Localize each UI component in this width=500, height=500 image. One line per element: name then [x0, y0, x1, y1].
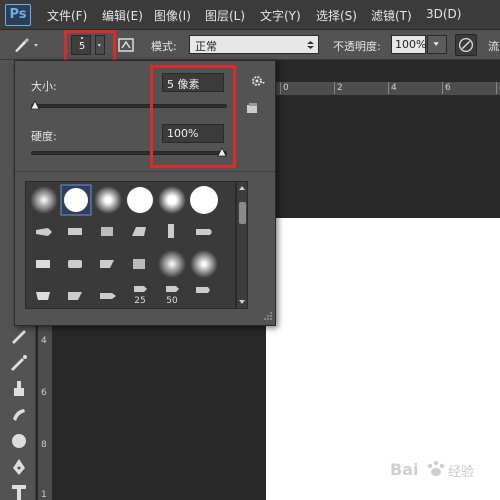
size-slider-thumb[interactable]: [30, 100, 40, 110]
preset-tip[interactable]: [28, 280, 60, 309]
ruler-left: 4 6 8 1: [38, 326, 52, 500]
hardness-label: 硬度:: [31, 130, 57, 143]
pressure-opacity-icon[interactable]: [455, 34, 477, 56]
preset-tip[interactable]: [188, 280, 220, 309]
preset-soft-round-5[interactable]: [188, 248, 220, 280]
menu-filter[interactable]: 滤镜(T): [371, 7, 412, 24]
ruler-label: 6: [41, 388, 47, 398]
preset-soft-round-3[interactable]: [156, 184, 188, 216]
watermark-text: 经验: [448, 465, 475, 480]
mode-select[interactable]: 正常: [189, 35, 319, 54]
chevron-down-icon: [433, 42, 439, 46]
preset-tip[interactable]: [60, 280, 92, 309]
ruler-label: 4: [391, 83, 397, 93]
preset-tip[interactable]: [124, 216, 156, 248]
menu-type[interactable]: 文字(Y): [260, 7, 301, 24]
new-preset-icon[interactable]: [245, 103, 259, 115]
menu-file[interactable]: 文件(F): [47, 7, 87, 24]
opacity-dropdown-button[interactable]: [427, 35, 447, 54]
ruler-label: 2: [337, 83, 343, 93]
ruler-label: 1: [41, 490, 47, 500]
preset-soft-round-4[interactable]: [156, 248, 188, 280]
ruler-top: 0 2 4 6 8: [266, 82, 500, 96]
mode-label: 模式:: [151, 40, 177, 53]
menu-bar: Ps 文件(F) 编辑(E) 图像(I) 图层(L) 文字(Y) 选择(S) 滤…: [0, 0, 500, 30]
preset-tip[interactable]: [28, 248, 60, 280]
ruler-label: 8: [41, 440, 47, 450]
eraser-tool-icon[interactable]: [8, 430, 30, 452]
flow-label: 流: [488, 40, 499, 53]
preset-tip[interactable]: [156, 216, 188, 248]
pen-tool-icon[interactable]: [8, 456, 30, 478]
menu-3d[interactable]: 3D(D): [426, 7, 461, 21]
opacity-label: 不透明度:: [333, 40, 381, 53]
brush-preset-panel: 大小: 5 像素 硬度: 100% 25 50: [14, 60, 276, 326]
ruler-label: 0: [283, 83, 289, 93]
svg-text:Bai: Bai: [390, 460, 418, 479]
preset-size-label: 25: [134, 296, 146, 306]
brush-tool-icon[interactable]: [12, 36, 40, 54]
baidu-paw-icon: Bai: [390, 460, 445, 479]
preset-size-label: 50: [166, 296, 178, 306]
preset-soft-round-2[interactable]: [92, 184, 124, 216]
preset-tip[interactable]: [188, 216, 220, 248]
updown-arrows-icon: [307, 41, 314, 49]
preset-tip[interactable]: [92, 248, 124, 280]
opacity-input[interactable]: 100%: [391, 35, 426, 54]
preset-soft-round[interactable]: [28, 184, 60, 216]
brush-preset-grid: 25 50: [25, 181, 236, 309]
healing-brush-tool-icon[interactable]: [8, 326, 30, 348]
preset-hard-round-selected[interactable]: [60, 184, 92, 216]
preset-tip[interactable]: [28, 216, 60, 248]
menu-edit[interactable]: 编辑(E): [102, 7, 143, 24]
preset-hard-round-2[interactable]: [124, 184, 156, 216]
preset-tip[interactable]: [60, 216, 92, 248]
type-tool-icon[interactable]: [8, 482, 30, 500]
preset-tip[interactable]: [92, 216, 124, 248]
scroll-thumb[interactable]: [239, 202, 246, 224]
preset-tip[interactable]: [92, 280, 124, 309]
brush-tool-icon-side[interactable]: [8, 352, 30, 374]
watermark: Bai 经验: [388, 456, 496, 482]
panel-divider: [15, 171, 275, 172]
menu-image[interactable]: 图像(I): [154, 7, 191, 24]
scroll-down-arrow-icon[interactable]: [237, 298, 247, 306]
ruler-label: 6: [445, 83, 451, 93]
menu-select[interactable]: 选择(S): [316, 7, 357, 24]
history-brush-tool-icon[interactable]: [8, 404, 30, 426]
preset-scrollbar[interactable]: [236, 181, 248, 309]
ruler-label: 4: [41, 336, 47, 346]
highlight-box-size-hardness: [150, 65, 236, 168]
gear-icon[interactable]: [250, 73, 266, 89]
menu-layer[interactable]: 图层(L): [205, 7, 245, 24]
highlight-box-preset: [64, 30, 116, 64]
resize-grip-icon[interactable]: [263, 311, 273, 321]
scroll-up-arrow-icon[interactable]: [237, 184, 247, 192]
size-label: 大小:: [31, 80, 57, 93]
photoshop-logo: Ps: [5, 4, 31, 26]
pen-pressure-icon: [459, 38, 473, 52]
mode-value: 正常: [195, 40, 217, 53]
preset-hard-round-3[interactable]: [188, 184, 220, 216]
toggle-brush-panel-icon[interactable]: [118, 36, 134, 54]
preset-tip[interactable]: [60, 248, 92, 280]
preset-tip[interactable]: [124, 248, 156, 280]
clone-stamp-tool-icon[interactable]: [8, 378, 30, 400]
